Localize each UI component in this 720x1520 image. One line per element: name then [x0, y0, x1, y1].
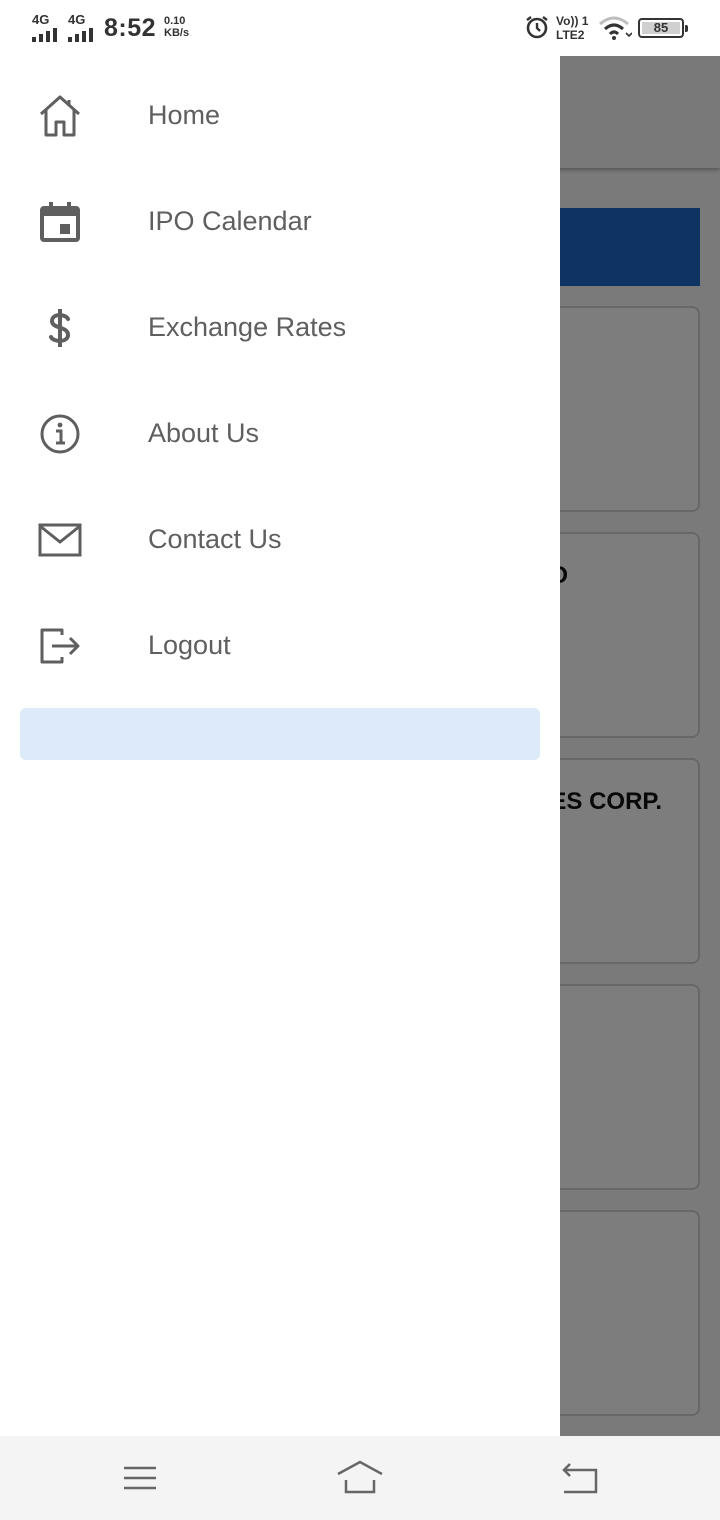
- drawer-item-ipo-calendar[interactable]: IPO Calendar: [0, 162, 560, 268]
- mail-icon: [36, 516, 84, 564]
- info-icon: [36, 410, 84, 458]
- home-icon: [36, 92, 84, 140]
- drawer-item-label: IPO Calendar: [148, 206, 312, 236]
- system-nav-bar: [0, 1436, 720, 1520]
- network-speed: 0.10 KB/s: [164, 15, 190, 39]
- drawer-item-label: Home: [148, 100, 221, 130]
- battery-icon: 85: [638, 18, 688, 38]
- drawer-item-label: Exchange Rates: [148, 312, 347, 342]
- drawer-item-label: About Us: [148, 418, 260, 448]
- home-icon[interactable]: [336, 1458, 384, 1498]
- wifi-icon: [598, 16, 633, 45]
- signal-bars-icon: [68, 28, 98, 42]
- menu-icon[interactable]: [116, 1458, 164, 1498]
- drawer-item-about-us[interactable]: About Us: [0, 374, 560, 480]
- logout-icon: [36, 622, 84, 670]
- drawer-item-contact-us[interactable]: Contact Us: [0, 480, 560, 586]
- drawer-item-label: Contact Us: [148, 524, 282, 554]
- drawer-item-logout[interactable]: Logout: [0, 586, 560, 692]
- drawer-highlight-bar: [20, 708, 540, 760]
- navigation-drawer: Home IPO Calendar Exchange Rates About U…: [0, 56, 560, 1436]
- clock: 8:52: [104, 14, 157, 42]
- signal-bars-icon: [32, 28, 62, 42]
- back-icon[interactable]: [556, 1458, 604, 1498]
- calendar-icon: [36, 198, 84, 246]
- drawer-item-label: Logout: [148, 630, 231, 660]
- drawer-item-exchange-rates[interactable]: Exchange Rates: [0, 268, 560, 374]
- drawer-item-home[interactable]: Home: [0, 56, 560, 162]
- alarm-icon: [524, 14, 550, 45]
- dollar-icon: [36, 304, 84, 352]
- volte-indicator: Vo)) 1 LTE2: [556, 14, 589, 42]
- status-bar: 4G 4G 8:52 0.10 KB/s Vo)) 1 LTE2 85: [0, 0, 720, 56]
